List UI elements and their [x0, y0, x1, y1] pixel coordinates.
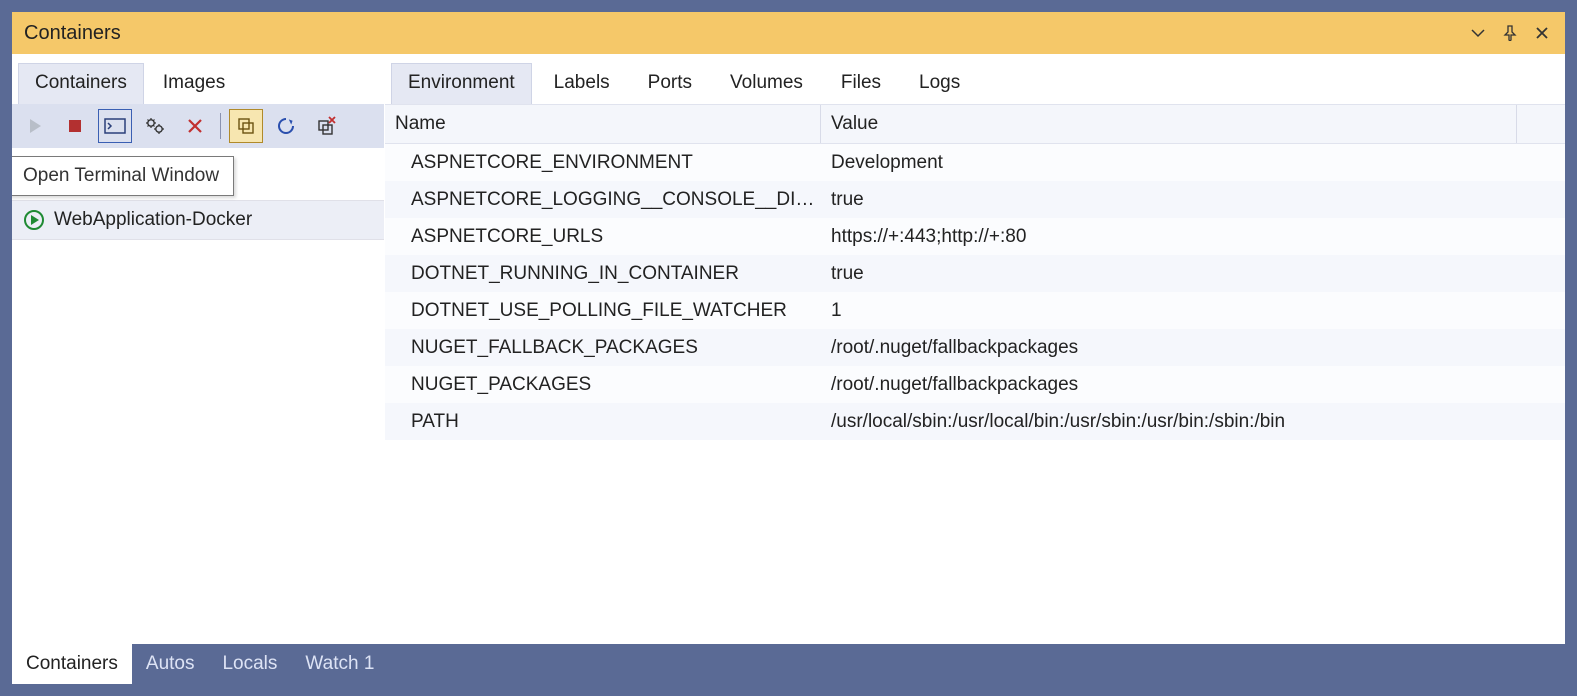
- container-list: WebApplication-Docker: [12, 148, 384, 644]
- env-value: Development: [821, 152, 1565, 174]
- bottom-tab-watch1[interactable]: Watch 1: [291, 644, 388, 684]
- table-row[interactable]: ASPNETCORE_URLShttps://+:443;http://+:80: [385, 218, 1565, 255]
- tab-logs[interactable]: Logs: [903, 64, 976, 104]
- column-header-name[interactable]: Name: [385, 105, 821, 143]
- panel-title: Containers: [24, 22, 121, 45]
- toolbar-separator: [220, 113, 221, 139]
- env-name: NUGET_PACKAGES: [385, 374, 821, 396]
- table-row[interactable]: ASPNETCORE_LOGGING__CONSOLE__DISA...true: [385, 181, 1565, 218]
- table-row[interactable]: DOTNET_USE_POLLING_FILE_WATCHER1: [385, 292, 1565, 329]
- panel-titlebar: Containers: [12, 12, 1565, 54]
- env-value: /root/.nuget/fallbackpackages: [821, 337, 1565, 359]
- table-row[interactable]: PATH/usr/local/sbin:/usr/local/bin:/usr/…: [385, 403, 1565, 440]
- bottom-tool-window-tabs: Containers Autos Locals Watch 1: [12, 644, 1565, 684]
- env-name: ASPNETCORE_LOGGING__CONSOLE__DISA...: [385, 189, 821, 211]
- left-top-tabs: Containers Images: [12, 54, 384, 104]
- env-value: /root/.nuget/fallbackpackages: [821, 374, 1565, 396]
- containers-toolbar: Open Terminal Window: [12, 104, 384, 148]
- env-value: true: [821, 189, 1565, 211]
- tab-labels[interactable]: Labels: [538, 64, 626, 104]
- refresh-button[interactable]: [269, 109, 303, 143]
- settings-button[interactable]: [138, 109, 172, 143]
- tab-images[interactable]: Images: [146, 63, 242, 104]
- env-grid-body: ASPNETCORE_ENVIRONMENTDevelopmentASPNETC…: [385, 144, 1565, 644]
- close-icon[interactable]: [1531, 22, 1553, 44]
- tab-containers[interactable]: Containers: [18, 63, 144, 104]
- table-row[interactable]: NUGET_PACKAGES/root/.nuget/fallbackpacka…: [385, 366, 1565, 403]
- start-button[interactable]: [18, 109, 52, 143]
- bottom-tab-autos[interactable]: Autos: [132, 644, 209, 684]
- open-terminal-button[interactable]: [98, 109, 132, 143]
- env-grid-header: Name Value: [385, 104, 1565, 144]
- env-name: NUGET_FALLBACK_PACKAGES: [385, 337, 821, 359]
- env-value: /usr/local/sbin:/usr/local/bin:/usr/sbin…: [821, 411, 1565, 433]
- window-options-dropdown-icon[interactable]: [1467, 22, 1489, 44]
- env-value: https://+:443;http://+:80: [821, 226, 1565, 248]
- column-header-value[interactable]: Value: [821, 105, 1517, 143]
- env-name: PATH: [385, 411, 821, 433]
- container-name: WebApplication-Docker: [54, 209, 252, 231]
- remove-button[interactable]: [178, 109, 212, 143]
- pin-icon[interactable]: [1499, 22, 1521, 44]
- right-pane: Environment Labels Ports Volumes Files L…: [385, 54, 1565, 644]
- detail-tabs: Environment Labels Ports Volumes Files L…: [385, 54, 1565, 104]
- prune-unused-button[interactable]: [309, 109, 343, 143]
- running-icon: [24, 210, 44, 230]
- prune-button[interactable]: [229, 109, 263, 143]
- tab-ports[interactable]: Ports: [632, 64, 708, 104]
- env-name: ASPNETCORE_ENVIRONMENT: [385, 152, 821, 174]
- bottom-tab-locals[interactable]: Locals: [208, 644, 291, 684]
- env-value: true: [821, 263, 1565, 285]
- left-pane: Containers Images: [12, 54, 385, 644]
- table-row[interactable]: ASPNETCORE_ENVIRONMENTDevelopment: [385, 144, 1565, 181]
- table-row[interactable]: DOTNET_RUNNING_IN_CONTAINERtrue: [385, 255, 1565, 292]
- container-item[interactable]: WebApplication-Docker: [12, 200, 384, 240]
- tab-volumes[interactable]: Volumes: [714, 64, 819, 104]
- table-row[interactable]: NUGET_FALLBACK_PACKAGES/root/.nuget/fall…: [385, 329, 1565, 366]
- tab-environment[interactable]: Environment: [391, 63, 532, 104]
- stop-button[interactable]: [58, 109, 92, 143]
- env-name: ASPNETCORE_URLS: [385, 226, 821, 248]
- tooltip: Open Terminal Window: [12, 156, 234, 196]
- bottom-tab-containers[interactable]: Containers: [12, 644, 132, 684]
- env-name: DOTNET_USE_POLLING_FILE_WATCHER: [385, 300, 821, 322]
- tab-files[interactable]: Files: [825, 64, 897, 104]
- env-name: DOTNET_RUNNING_IN_CONTAINER: [385, 263, 821, 285]
- env-value: 1: [821, 300, 1565, 322]
